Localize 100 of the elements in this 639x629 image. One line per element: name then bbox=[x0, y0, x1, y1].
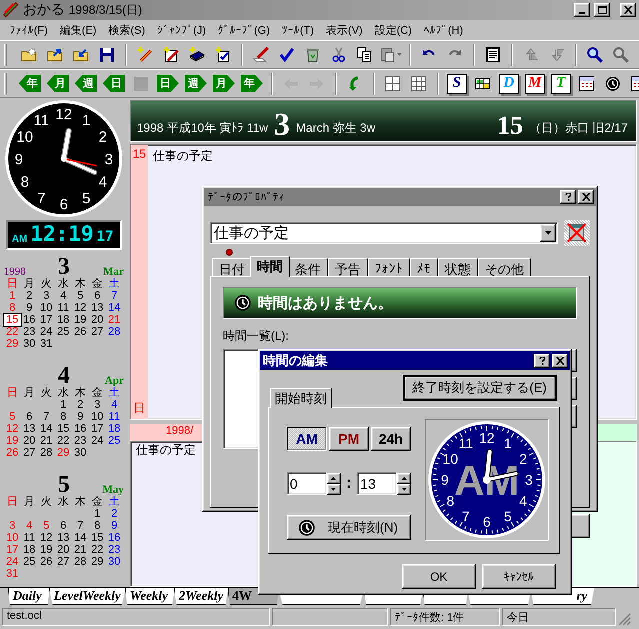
calendar-day[interactable]: 6 bbox=[89, 290, 106, 302]
calendar-day[interactable]: 26 bbox=[38, 556, 55, 568]
book-icon[interactable] bbox=[189, 46, 205, 62]
previous-button[interactable]: 週 bbox=[75, 75, 97, 92]
letter-icon[interactable]: M bbox=[525, 74, 545, 94]
folder-icon[interactable] bbox=[47, 46, 63, 62]
pencil-icon[interactable] bbox=[253, 46, 269, 62]
resize-grip-icon[interactable] bbox=[618, 613, 632, 626]
calendar-day[interactable]: 27 bbox=[55, 556, 72, 568]
calendar-day[interactable]: 27 bbox=[89, 326, 106, 338]
calendar-day[interactable]: 18 bbox=[106, 423, 123, 435]
caret-icon[interactable] bbox=[397, 53, 402, 56]
calendar-day[interactable]: 30 bbox=[21, 338, 38, 350]
calendar-day[interactable]: 28 bbox=[38, 447, 55, 459]
folder-icon[interactable] bbox=[21, 46, 37, 62]
next-button[interactable]: 年 bbox=[241, 75, 263, 92]
document-icon[interactable] bbox=[485, 46, 501, 62]
view-tab[interactable]: Daily bbox=[8, 588, 50, 605]
calendar-day[interactable]: 7 bbox=[106, 290, 123, 302]
calendar-day[interactable]: 20 bbox=[89, 314, 106, 326]
calendar-day[interactable]: 20 bbox=[21, 435, 38, 447]
calendar-day[interactable]: 15 bbox=[89, 532, 106, 544]
previous-button[interactable]: 月 bbox=[47, 75, 69, 92]
checkbox-icon[interactable] bbox=[215, 46, 231, 62]
calendar-day[interactable]: 14 bbox=[38, 423, 55, 435]
calendar-day[interactable]: 16 bbox=[72, 423, 89, 435]
tab[interactable]: 日付 bbox=[212, 258, 252, 276]
close-button[interactable] bbox=[552, 354, 568, 368]
view-tab[interactable]: LevelWeekly bbox=[49, 588, 126, 605]
calendar-day[interactable]: 2 bbox=[106, 508, 123, 520]
calendar-day[interactable]: 30 bbox=[72, 447, 89, 459]
calendar-day[interactable]: 8 bbox=[89, 520, 106, 532]
calendar-day[interactable]: 2 bbox=[72, 399, 89, 411]
calendar-day[interactable]: 21 bbox=[38, 435, 55, 447]
menu-item[interactable]: ｸﾞﾙｰﾌﾟ(G) bbox=[212, 24, 276, 36]
calendar-day[interactable]: 17 bbox=[89, 423, 106, 435]
calendar-day[interactable]: 28 bbox=[106, 326, 123, 338]
calendar-day[interactable]: 1 bbox=[89, 508, 106, 520]
help-button[interactable] bbox=[534, 354, 550, 368]
calendar-day[interactable]: 21 bbox=[72, 544, 89, 556]
letter-icon[interactable]: S bbox=[447, 74, 467, 94]
calendar-day[interactable]: 4 bbox=[106, 399, 123, 411]
calendar-day[interactable]: 16 bbox=[21, 314, 38, 326]
calendar-day[interactable]: 24 bbox=[89, 435, 106, 447]
calendar-day[interactable]: 13 bbox=[21, 423, 38, 435]
menu-item[interactable]: ｼﾞｬﾝﾌﾟ(J) bbox=[151, 24, 212, 36]
calendar-day[interactable]: 18 bbox=[55, 314, 72, 326]
calendar-day[interactable]: 24 bbox=[38, 326, 55, 338]
spin-down-button[interactable] bbox=[397, 484, 411, 494]
next-button[interactable]: 週 bbox=[185, 75, 207, 92]
calendar-day[interactable]: 11 bbox=[21, 532, 38, 544]
close-button[interactable] bbox=[578, 190, 594, 204]
calendar-day[interactable]: 25 bbox=[21, 556, 38, 568]
scissors-icon[interactable] bbox=[331, 46, 347, 62]
calendar-day[interactable]: 14 bbox=[106, 302, 123, 314]
tab[interactable]: 予告 bbox=[328, 258, 368, 276]
calendar-day[interactable]: 6 bbox=[55, 520, 72, 532]
schedule-entry[interactable]: 仕事の予定 bbox=[131, 440, 201, 460]
checkmark-icon[interactable] bbox=[279, 46, 295, 62]
tab[interactable]: ﾌｫﾝﾄ bbox=[368, 258, 410, 276]
calendar-day[interactable]: 7 bbox=[72, 520, 89, 532]
calendar-day[interactable]: 3 bbox=[38, 290, 55, 302]
tab[interactable]: 状態 bbox=[438, 258, 478, 276]
calendar-day[interactable]: 8 bbox=[55, 411, 72, 423]
calendar-day[interactable]: 23 bbox=[106, 544, 123, 556]
name-combobox[interactable]: 仕事の予定 bbox=[210, 222, 558, 244]
set-end-time-button[interactable]: 終了時刻を設定する(E) bbox=[404, 376, 556, 400]
calendar-day[interactable]: 11 bbox=[106, 411, 123, 423]
maximize-button[interactable] bbox=[594, 3, 610, 17]
calendar-day[interactable]: 31 bbox=[38, 338, 55, 350]
calendar-day[interactable]: 9 bbox=[21, 302, 38, 314]
mode-button[interactable]: 24h bbox=[371, 427, 411, 451]
menu-item[interactable]: 表示(V) bbox=[320, 22, 369, 38]
grid-icon[interactable] bbox=[411, 76, 427, 92]
tab[interactable]: ﾒﾓ bbox=[410, 258, 438, 276]
calendar-day[interactable]: 2 bbox=[21, 290, 38, 302]
calendar-day[interactable]: 10 bbox=[89, 411, 106, 423]
menu-item[interactable]: 検索(S) bbox=[102, 22, 152, 38]
grid-icon[interactable] bbox=[385, 76, 401, 92]
calendar-day[interactable]: 26 bbox=[72, 326, 89, 338]
previous-button[interactable]: 日 bbox=[103, 75, 125, 92]
table-icon[interactable] bbox=[475, 76, 491, 92]
calendar-day[interactable]: 7 bbox=[38, 411, 55, 423]
calendar-day[interactable]: 13 bbox=[55, 532, 72, 544]
calendar-day[interactable]: 14 bbox=[72, 532, 89, 544]
calendar-day[interactable]: 19 bbox=[38, 544, 55, 556]
menu-item[interactable]: ﾍﾙﾌﾟ(H) bbox=[418, 24, 470, 36]
trash-icon[interactable] bbox=[305, 46, 321, 62]
calendar-day[interactable]: 4 bbox=[55, 290, 72, 302]
cross-button[interactable] bbox=[564, 220, 590, 246]
pencil-icon[interactable] bbox=[163, 46, 179, 62]
folder-icon[interactable] bbox=[73, 46, 89, 62]
mode-button[interactable]: AM bbox=[287, 427, 327, 451]
search-icon[interactable] bbox=[587, 46, 603, 62]
calendar-day[interactable]: 6 bbox=[21, 411, 38, 423]
menu-item[interactable]: 設定(C) bbox=[368, 22, 418, 38]
copy-icon[interactable] bbox=[357, 46, 373, 62]
calendar-day[interactable]: 11 bbox=[55, 302, 72, 314]
calendar-day[interactable]: 9 bbox=[72, 411, 89, 423]
calendar-day[interactable]: 16 bbox=[106, 532, 123, 544]
